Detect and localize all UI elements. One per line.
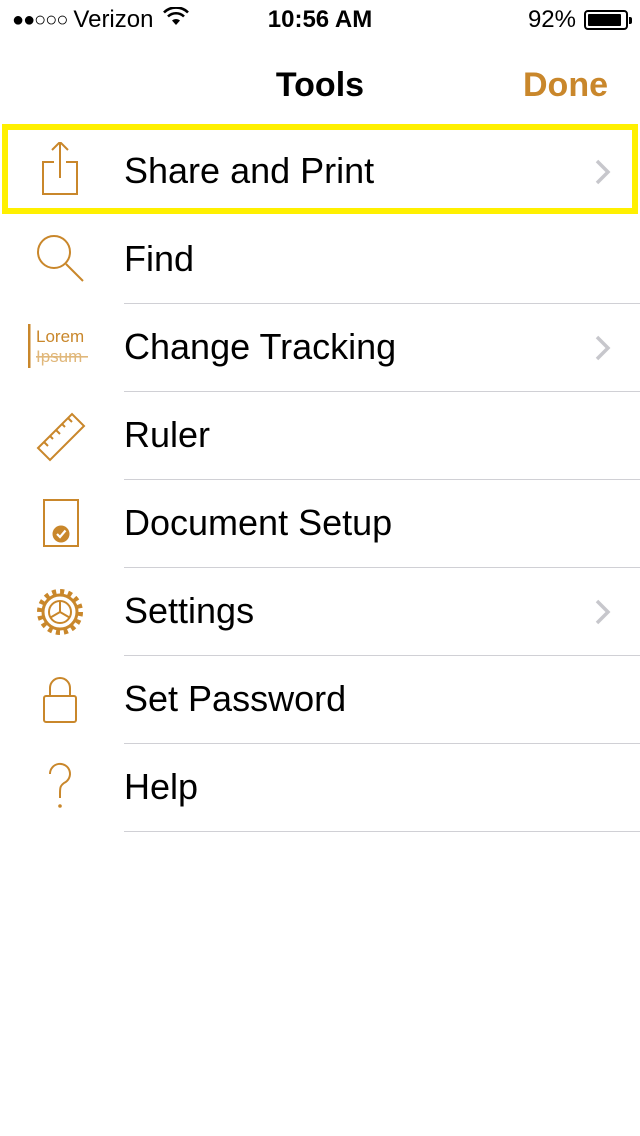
done-button[interactable]: Done: [523, 66, 608, 105]
menu-item-change-tracking[interactable]: Lorem Ipsum Change Tracking: [0, 304, 640, 392]
menu-item-document-setup[interactable]: Document Setup: [0, 480, 640, 568]
change-tracking-icon-top-text: Lorem: [36, 327, 84, 346]
menu-item-find[interactable]: Find: [0, 216, 640, 304]
question-icon: [30, 758, 90, 818]
chevron-right-icon: [594, 158, 612, 186]
menu-item-label: Set Password: [124, 678, 347, 719]
menu-item-label: Document Setup: [124, 502, 393, 543]
menu-item-help[interactable]: Help: [0, 744, 640, 832]
battery-indicator: 92%: [527, 6, 632, 34]
document-setup-icon: [30, 494, 90, 554]
gear-icon: [30, 582, 90, 642]
menu-item-settings[interactable]: Settings: [0, 568, 640, 656]
chevron-right-icon: [594, 334, 612, 362]
lock-icon: [30, 670, 90, 730]
ruler-icon: [30, 406, 90, 466]
menu-item-ruler[interactable]: Ruler: [0, 392, 640, 480]
search-icon: [30, 230, 90, 290]
menu-item-label: Ruler: [124, 414, 211, 455]
tools-list: Share and Print Find Lorem Ipsum Change …: [0, 128, 640, 832]
chevron-right-icon: [594, 598, 612, 626]
menu-item-set-password[interactable]: Set Password: [0, 656, 640, 744]
battery-icon: [584, 10, 632, 30]
menu-item-share-and-print[interactable]: Share and Print: [0, 128, 640, 216]
menu-item-label: Settings: [124, 590, 255, 631]
menu-item-label: Share and Print: [124, 150, 375, 191]
change-tracking-icon: Lorem Ipsum: [28, 318, 90, 378]
status-bar: ●●○○○ Verizon 10:56 AM 92%: [0, 0, 640, 40]
battery-percent: 92%: [527, 6, 576, 33]
share-icon: [30, 140, 90, 202]
menu-item-label: Change Tracking: [124, 326, 397, 367]
menu-item-label: Find: [124, 238, 195, 279]
menu-item-label: Help: [124, 766, 199, 807]
navigation-bar: Tools Done: [0, 40, 640, 128]
separator: [124, 831, 640, 832]
